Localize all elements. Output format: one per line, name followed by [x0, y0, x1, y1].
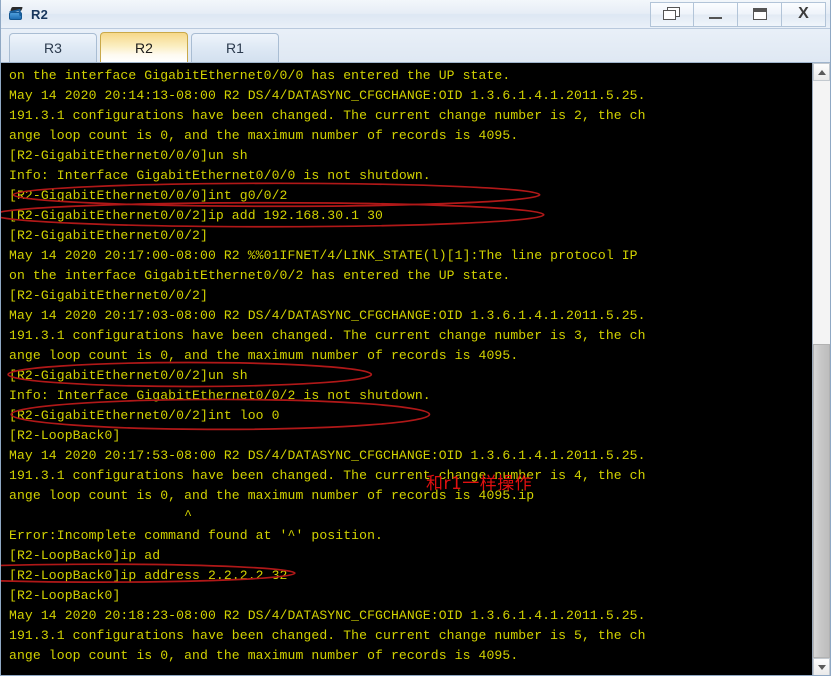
terminal-line: [R2-LoopBack0]	[9, 588, 121, 603]
tab-r3[interactable]: R3	[9, 33, 97, 62]
chevron-down-icon	[817, 664, 826, 670]
terminal-line: [R2-GigabitEthernet0/0/2]un sh	[9, 368, 248, 383]
terminal-line-list: on the interface GigabitEthernet0/0/0 ha…	[9, 66, 812, 666]
terminal-line: May 14 2020 20:17:03-08:00 R2 DS/4/DATAS…	[9, 308, 646, 323]
minimize-button[interactable]	[694, 1, 738, 27]
minimize-icon	[709, 9, 722, 19]
terminal-line: Error:Incomplete command found at '^' po…	[9, 528, 384, 543]
terminal-line: [R2-GigabitEthernet0/0/2]	[9, 288, 208, 303]
terminal-line: ange loop count is 0, and the maximum nu…	[9, 488, 535, 503]
scroll-up-button[interactable]	[813, 63, 830, 81]
title-bar: R2 X	[1, 0, 830, 29]
tab-r1[interactable]: R1	[191, 33, 279, 62]
terminal-line: on the interface GigabitEthernet0/0/0 ha…	[9, 68, 511, 83]
terminal-line: [R2-LoopBack0]	[9, 428, 121, 443]
chinese-annotation-note: 和r1一样操作	[426, 474, 533, 494]
terminal-line: [R2-GigabitEthernet0/0/0]int g0/0/2	[9, 188, 288, 203]
terminal-line: on the interface GigabitEthernet0/0/2 ha…	[9, 268, 511, 283]
chevron-up-icon	[817, 69, 826, 75]
terminal-output[interactable]: on the interface GigabitEthernet0/0/0 ha…	[1, 63, 812, 675]
terminal-area: on the interface GigabitEthernet0/0/0 ha…	[1, 62, 830, 675]
terminal-line: [R2-LoopBack0]ip ad	[9, 548, 161, 563]
terminal-line: Info: Interface GigabitEthernet0/0/0 is …	[9, 168, 431, 183]
terminal-line: ange loop count is 0, and the maximum nu…	[9, 648, 519, 663]
maximize-icon	[752, 8, 767, 20]
title-bar-left: R2	[8, 6, 650, 23]
scrollbar-track[interactable]	[813, 81, 830, 658]
vertical-scrollbar[interactable]	[812, 63, 830, 675]
tab-label: R2	[135, 39, 153, 56]
terminal-line: 191.3.1 configurations have been changed…	[9, 328, 646, 343]
terminal-line: May 14 2020 20:14:13-08:00 R2 DS/4/DATAS…	[9, 88, 646, 103]
terminal-line: 191.3.1 configurations have been changed…	[9, 108, 646, 123]
tab-label: R1	[226, 40, 244, 56]
cascade-icon	[663, 7, 681, 21]
scrollbar-thumb[interactable]	[813, 343, 830, 658]
terminal-line: ange loop count is 0, and the maximum nu…	[9, 128, 519, 143]
terminal-line: [R2-GigabitEthernet0/0/0]un sh	[9, 148, 248, 163]
window-title: R2	[31, 6, 49, 22]
terminal-line: Info: Interface GigabitEthernet0/0/2 is …	[9, 388, 431, 403]
terminal-line: 191.3.1 configurations have been changed…	[9, 468, 646, 483]
router-cli-window: R2 X R3 R2 R1 on the interface GigabitEt…	[0, 0, 831, 676]
cascade-windows-button[interactable]	[650, 1, 694, 27]
close-button[interactable]: X	[782, 1, 826, 27]
terminal-line: May 14 2020 20:17:53-08:00 R2 DS/4/DATAS…	[9, 448, 646, 463]
terminal-line: [R2-GigabitEthernet0/0/2]	[9, 228, 208, 243]
close-icon: X	[798, 5, 809, 22]
terminal-line: [R2-GigabitEthernet0/0/2]int loo 0	[9, 408, 280, 423]
window-controls: X	[650, 1, 826, 27]
maximize-button[interactable]	[738, 1, 782, 27]
terminal-line: 191.3.1 configurations have been changed…	[9, 628, 646, 643]
terminal-line: [R2-LoopBack0]ip address 2.2.2.2 32	[9, 568, 288, 583]
tab-label: R3	[44, 40, 62, 56]
router-icon	[8, 6, 25, 23]
terminal-line: ange loop count is 0, and the maximum nu…	[9, 348, 519, 363]
terminal-line: May 14 2020 20:18:23-08:00 R2 DS/4/DATAS…	[9, 608, 646, 623]
device-tab-strip: R3 R2 R1	[1, 29, 830, 62]
tab-r2[interactable]: R2	[100, 32, 188, 62]
scroll-down-button[interactable]	[813, 658, 830, 675]
terminal-line: ^	[9, 508, 193, 523]
terminal-line: May 14 2020 20:17:00-08:00 R2 %%01IFNET/…	[9, 248, 638, 263]
terminal-line: [R2-GigabitEthernet0/0/2]ip add 192.168.…	[9, 208, 384, 223]
